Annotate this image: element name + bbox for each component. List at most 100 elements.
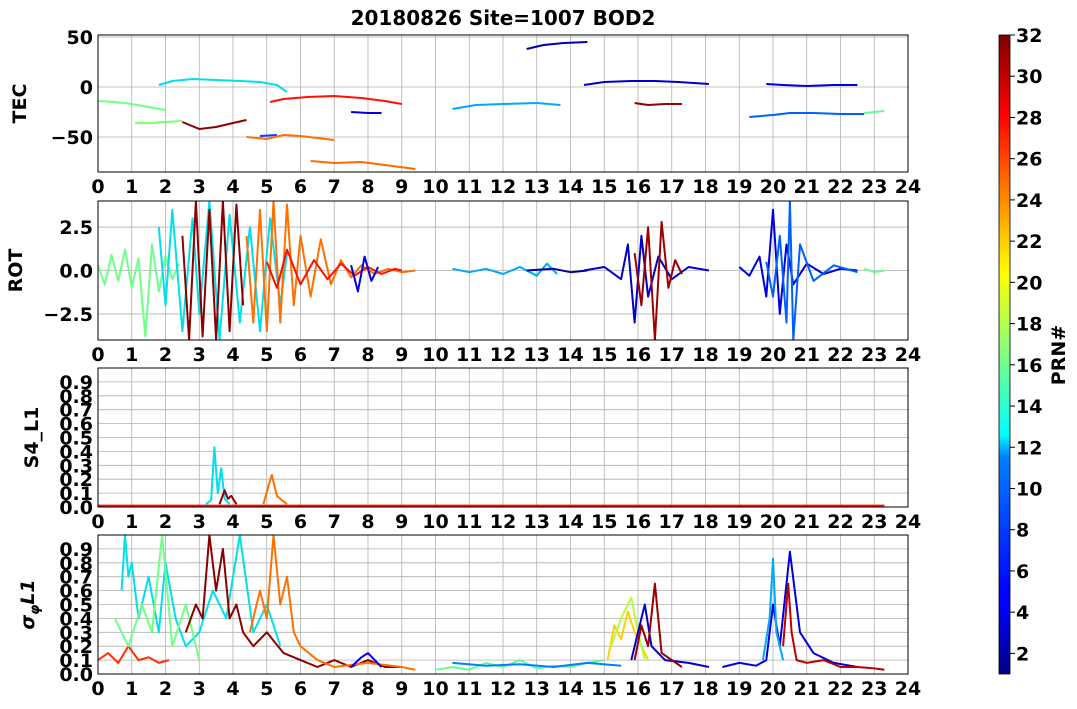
- x-tick-label: 2: [159, 678, 172, 700]
- x-tick-label: 22: [827, 678, 853, 700]
- x-tick-label: 0: [91, 344, 104, 366]
- x-tick-label: 7: [328, 678, 341, 700]
- y-tick-label: 0.0: [59, 261, 93, 283]
- colorbar-tick-label: 8: [1016, 520, 1029, 542]
- colorbar-tick-label: 30: [1016, 66, 1042, 88]
- x-tick-label: 1: [125, 344, 138, 366]
- x-tick-label: 10: [422, 344, 448, 366]
- x-tick-label: 18: [692, 176, 718, 198]
- series-line-11: [526, 41, 588, 50]
- x-tick-label: 17: [659, 511, 685, 533]
- series-line-14: [766, 83, 858, 87]
- x-tick-label: 8: [361, 344, 374, 366]
- x-tick-label: 17: [659, 678, 685, 700]
- x-tick-label: 14: [557, 176, 583, 198]
- x-tick-label: 22: [827, 511, 853, 533]
- series-group: [98, 41, 885, 170]
- x-tick-label: 15: [591, 344, 617, 366]
- x-tick-label: 3: [193, 678, 206, 700]
- series-line-10: [452, 102, 561, 110]
- colorbar-tick-label: 14: [1016, 396, 1042, 418]
- series-line-8: [351, 111, 382, 114]
- colorbar-tick-label: 28: [1016, 107, 1042, 129]
- x-tick-label: 2: [159, 176, 172, 198]
- panel-2: 0 1 2 3 4 5 6 7 8 9 10 11 12 13 14 15 16 17 18 19 20 21 22 23 24…: [5, 200, 921, 366]
- x-tick-label: 6: [294, 511, 307, 533]
- x-tick-label: 17: [659, 176, 685, 198]
- series-line-8: [526, 267, 588, 274]
- colorbar-tick-label: 16: [1016, 355, 1042, 377]
- x-tick-label: 9: [395, 678, 408, 700]
- x-tick-label: 9: [395, 511, 408, 533]
- x-tick-label: 4: [226, 344, 239, 366]
- series-line-1: [158, 78, 288, 93]
- x-tick-label: 10: [422, 176, 448, 198]
- x-tick-label: 18: [692, 344, 718, 366]
- x-tick-label: 15: [591, 678, 617, 700]
- series-group: [98, 446, 885, 507]
- x-tick-label: 19: [726, 511, 752, 533]
- x-tick-label: 23: [861, 511, 887, 533]
- x-tick-label: 2: [159, 511, 172, 533]
- colorbar-ticks: 2468101214161820222426283032: [1010, 25, 1042, 665]
- x-tick-label: 0: [91, 511, 104, 533]
- x-tick-label: 24: [895, 344, 921, 366]
- series-line-3: [114, 535, 201, 661]
- x-tick-label: 7: [328, 176, 341, 198]
- y-tick-label: 2.5: [59, 217, 93, 239]
- x-tick-label: 3: [193, 344, 206, 366]
- y-tick-label: 0: [80, 77, 93, 99]
- y-axis-label: ROT: [5, 249, 27, 293]
- x-tick-label: 0: [91, 678, 104, 700]
- x-tick-label: 3: [193, 511, 206, 533]
- x-tick-label: 12: [490, 678, 516, 700]
- series-line-4: [245, 201, 416, 333]
- x-tick-label: 8: [361, 511, 374, 533]
- x-tick-label: 19: [726, 176, 752, 198]
- x-tick-label: 13: [524, 344, 550, 366]
- x-tick-label: 0: [91, 176, 104, 198]
- x-tick-label: 7: [328, 344, 341, 366]
- series-group: [98, 535, 885, 671]
- x-tick-label: 11: [456, 176, 482, 198]
- series-line-13: [634, 102, 682, 106]
- x-tick-label: 19: [726, 678, 752, 700]
- x-tick-label: 9: [395, 176, 408, 198]
- x-tick-label: 20: [760, 678, 786, 700]
- x-tick-label: 1: [125, 678, 138, 700]
- x-tick-label: 18: [692, 511, 718, 533]
- x-tick-label: 16: [625, 511, 651, 533]
- x-tick-label: 6: [294, 344, 307, 366]
- y-tick-label: 0.9: [59, 539, 93, 561]
- x-tick-label: 8: [361, 176, 374, 198]
- x-tick-label: 14: [557, 678, 583, 700]
- x-tick-label: 15: [591, 511, 617, 533]
- y-tick-label: 0.9: [59, 372, 93, 394]
- x-tick-label: 12: [490, 176, 516, 198]
- series-line-4: [182, 119, 247, 130]
- x-tick-label: 23: [861, 176, 887, 198]
- series-line-7: [269, 95, 402, 105]
- x-tick-label: 11: [456, 678, 482, 700]
- x-tick-label: 4: [226, 176, 239, 198]
- x-tick-label: 14: [557, 344, 583, 366]
- x-tick-label: 12: [490, 344, 516, 366]
- x-tick-label: 23: [861, 344, 887, 366]
- colorbar-tick-label: 6: [1016, 561, 1029, 583]
- x-tick-label: 3: [193, 176, 206, 198]
- series-line-11: [630, 603, 710, 668]
- colorbar-gradient: [998, 34, 1011, 675]
- x-tick-label: 10: [422, 511, 448, 533]
- x-tick-label: 1: [125, 176, 138, 198]
- x-tick-label: 5: [260, 511, 273, 533]
- x-tick-label: 15: [591, 176, 617, 198]
- x-tick-label: 2: [159, 344, 172, 366]
- x-tick-label: 12: [490, 511, 516, 533]
- x-tick-label: 17: [659, 344, 685, 366]
- x-tick-label: 5: [260, 176, 273, 198]
- panel-3: 0 1 2 3 4 5 6 7 8 9 10 11 12 13 14 15 16 17 18 19 20 21 22 23 24…: [21, 367, 921, 533]
- x-tick-label: 20: [760, 344, 786, 366]
- colorbar-tick-label: 2: [1016, 643, 1029, 665]
- y-axis-label: TEC: [9, 84, 31, 124]
- colorbar-label: PRN#: [1048, 325, 1070, 385]
